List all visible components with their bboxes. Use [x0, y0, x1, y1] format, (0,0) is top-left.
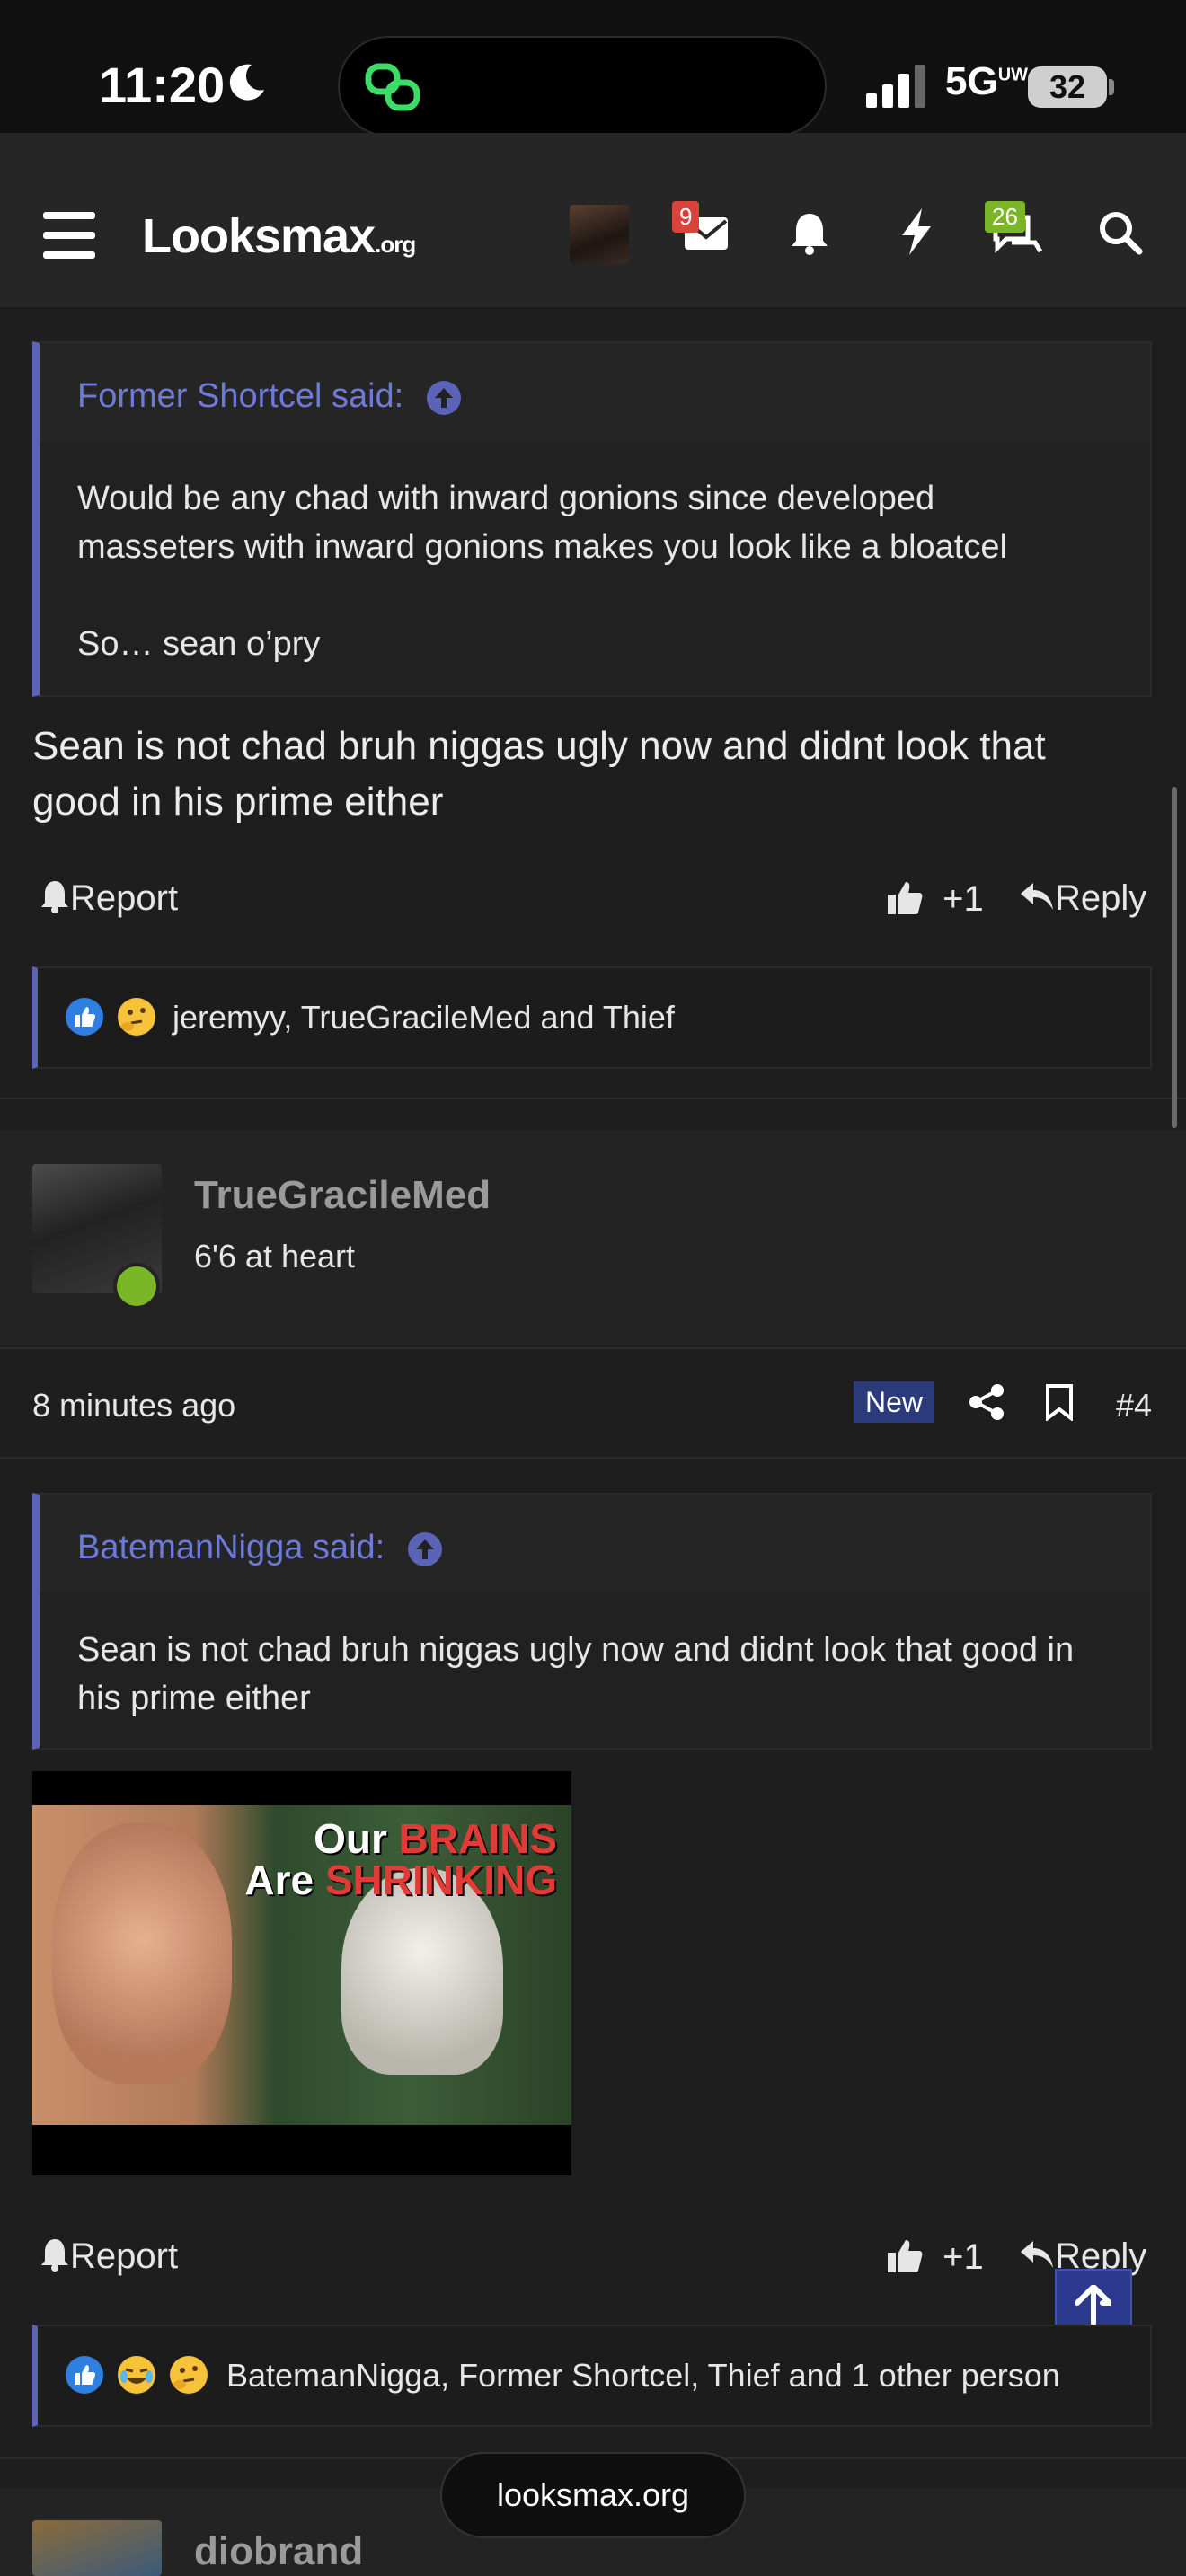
reactions-text[interactable]: jeremyy, TrueGracileMed and Thief [173, 999, 675, 1037]
quote-text: Sean is not chad bruh niggas ugly now an… [77, 1631, 1075, 1717]
report-button[interactable]: Report [40, 878, 178, 919]
bell-icon [41, 881, 68, 913]
inbox-badge: 9 [672, 201, 700, 233]
link-icon [365, 63, 420, 111]
avatar[interactable] [32, 2520, 162, 2576]
user-info-row [0, 1130, 1186, 1345]
status-time: 11:20 [99, 57, 226, 113]
battery-icon: 32 [1028, 66, 1107, 108]
post-timestamp[interactable]: 8 minutes ago [32, 1387, 235, 1425]
thumbs-up-icon [888, 2240, 923, 2272]
post-number[interactable]: #4 [1116, 1387, 1152, 1425]
bookmark-icon[interactable] [1044, 1383, 1075, 1421]
quote-block: Former Shortcel said: Would be any chad … [32, 341, 1152, 697]
thumbnail-face [52, 1823, 232, 2084]
like-reaction-icon [66, 998, 103, 1036]
user-avatar[interactable] [570, 205, 629, 264]
reactions-text[interactable]: BatemanNigga, Former Shortcel, Thief and… [226, 2357, 1060, 2395]
thumbs-up-icon [888, 882, 923, 914]
menu-icon[interactable] [43, 212, 95, 259]
report-button[interactable]: Report [40, 2236, 178, 2277]
site-logo[interactable]: Looksmax.org [142, 208, 416, 264]
quote-block: BatemanNigga said: Sean is not chad bruh… [32, 1493, 1152, 1750]
bell-icon[interactable] [789, 210, 830, 255]
arrow-up-icon [1075, 2285, 1111, 2325]
like-reaction-icon [66, 2356, 103, 2394]
crying-laughing-emoji-icon [118, 2356, 155, 2394]
user-title: 6'6 at heart [194, 1238, 355, 1275]
jump-to-quote-icon[interactable] [426, 380, 462, 416]
reply-icon [1021, 883, 1053, 910]
like-button[interactable]: +1 [886, 878, 984, 920]
like-button[interactable]: +1 [886, 2236, 984, 2278]
post-username[interactable]: TrueGracileMed [194, 1173, 491, 1218]
reply-icon [1021, 2241, 1053, 2268]
new-badge: New [854, 1381, 934, 1423]
signal-icon [866, 65, 925, 108]
bell-icon [41, 2239, 68, 2272]
post-divider [0, 1347, 1186, 1349]
reactions-bar[interactable]: BatemanNigga, Former Shortcel, Thief and… [32, 2325, 1152, 2427]
search-icon[interactable] [1098, 210, 1143, 255]
moon-icon [229, 64, 264, 101]
thinking-emoji-icon [170, 2356, 208, 2394]
post-username[interactable]: diobrand [194, 2529, 363, 2574]
lightning-icon[interactable] [898, 207, 934, 257]
share-icon[interactable] [969, 1383, 1005, 1421]
post-divider [0, 1457, 1186, 1459]
quote-text: Would be any chad with inward gonions si… [77, 480, 1007, 663]
chat-badge: 26 [985, 201, 1025, 233]
network-label: 5GUW [945, 59, 1029, 103]
reply-button[interactable]: Reply [1019, 878, 1146, 919]
post-divider [0, 1098, 1186, 1099]
thinking-emoji-icon [118, 998, 155, 1036]
online-indicator [113, 1263, 160, 1310]
quote-author-link[interactable]: BatemanNigga said: [77, 1529, 443, 1567]
battery-tip [1109, 79, 1114, 95]
reactions-bar[interactable]: jeremyy, TrueGracileMed and Thief [32, 966, 1152, 1069]
jump-to-quote-icon[interactable] [407, 1531, 443, 1567]
quote-author-link[interactable]: Former Shortcel said: [77, 377, 462, 416]
thumbnail-title: Our BRAINS Are SHRINKING [244, 1815, 557, 1903]
browser-url-pill[interactable]: looksmax.org [440, 2452, 746, 2538]
post-message: Sean is not chad bruh niggas ugly now an… [32, 724, 1046, 824]
scrollbar[interactable] [1172, 787, 1177, 1128]
